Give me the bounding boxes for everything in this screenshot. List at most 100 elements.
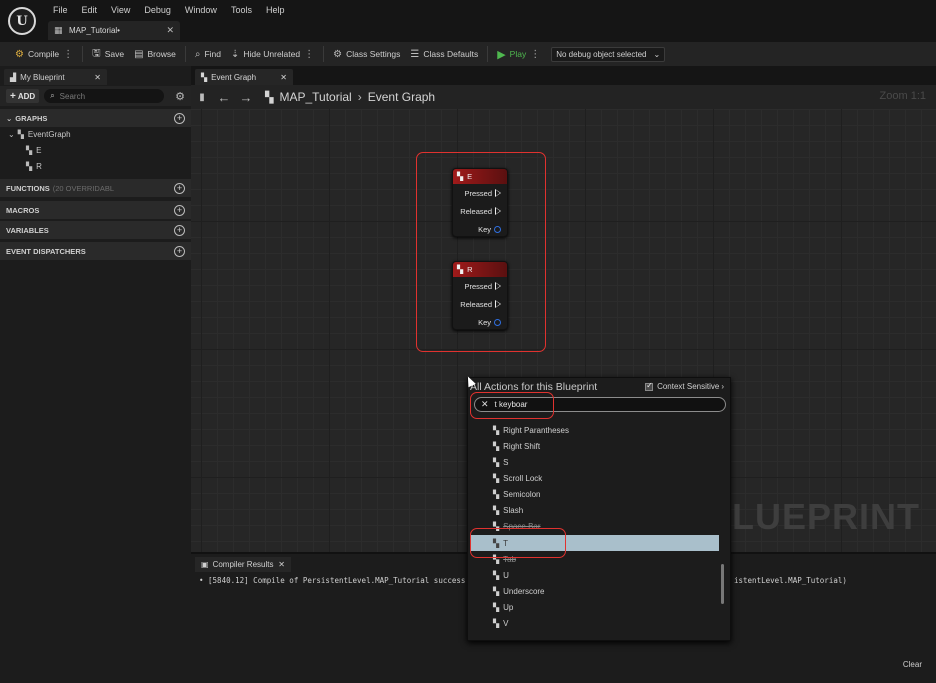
tab-compiler-results[interactable]: ▣ Compiler Results ✕ <box>195 557 291 572</box>
menu-debug[interactable]: Debug <box>137 4 178 16</box>
list-item[interactable]: ▚ V <box>471 615 719 631</box>
annotation-box-selection <box>470 528 566 558</box>
keyboard-event-icon: ▚ <box>493 489 500 499</box>
add-function-icon[interactable]: + <box>174 182 185 194</box>
annotation-box-nodes <box>416 152 546 352</box>
unreal-logo[interactable]: U <box>8 7 36 35</box>
list-item-label: Right Shift <box>503 441 541 451</box>
tab-my-blueprint[interactable]: ▟ My Blueprint ✕ <box>4 69 107 85</box>
list-item-label: Up <box>503 602 514 612</box>
main-toolbar: ⚙ Compile ⋮ 🖫 Save ▤ Browse ⌕ Find ⇣ Hid… <box>0 42 936 66</box>
menu-file[interactable]: File <box>46 4 75 16</box>
find-icon: ⌕ <box>194 48 201 60</box>
debug-object-select[interactable]: No debug object selected ⌄ <box>551 46 666 62</box>
keyboard-event-icon: ▚ <box>493 586 500 596</box>
tab-event-graph[interactable]: ▚ Event Graph ✕ <box>195 69 293 85</box>
list-item[interactable]: ▚ Scroll Lock <box>471 470 719 486</box>
browse-label: Browse <box>147 49 176 59</box>
keyboard-event-icon: ▚ <box>493 473 500 483</box>
search-input[interactable]: ⌕ Search <box>44 89 165 103</box>
list-item[interactable]: ▚ Right Shift <box>471 438 719 454</box>
action-list-scrollbar[interactable] <box>721 564 724 604</box>
tree-item-e[interactable]: ▚ E <box>26 146 42 155</box>
close-icon[interactable]: ✕ <box>166 25 174 36</box>
graph-navigation-bar: ▮ ← → ▚ MAP_Tutorial › Event Graph Zoom … <box>191 85 936 109</box>
compile-options-icon[interactable]: ⋮ <box>63 49 73 60</box>
tab-event-graph-label: Event Graph <box>211 72 257 82</box>
hide-unrelated-button[interactable]: ⇣ Hide Unrelated ⋮ <box>226 44 319 64</box>
menu-edit[interactable]: Edit <box>75 4 105 16</box>
close-icon[interactable]: ✕ <box>94 73 101 82</box>
context-sensitive-toggle[interactable]: Context Sensitive › <box>645 381 724 391</box>
list-item[interactable]: ▚ Slash <box>471 502 719 518</box>
chevron-right-icon: › <box>721 382 724 391</box>
list-item[interactable]: ▚ Underscore <box>471 583 719 599</box>
logo-glyph: U <box>16 13 28 29</box>
forward-arrow-icon[interactable]: → <box>235 90 257 105</box>
title-bar: U File Edit View Debug Window Tools Help… <box>0 0 936 42</box>
back-arrow-icon[interactable]: ← <box>213 90 235 105</box>
class-settings-button[interactable]: ⚙ Class Settings <box>328 44 405 64</box>
menu-help[interactable]: Help <box>259 4 292 16</box>
add-button[interactable]: + ADD <box>6 89 40 103</box>
checkbox-icon[interactable] <box>645 381 654 391</box>
find-button[interactable]: ⌕ Find <box>190 44 226 64</box>
add-variable-icon[interactable]: + <box>174 224 185 236</box>
list-item[interactable]: ▚ Up <box>471 599 719 615</box>
play-icon: ▶ <box>497 48 506 61</box>
browse-button[interactable]: ▤ Browse <box>129 44 181 64</box>
play-options-icon[interactable]: ⋮ <box>530 49 540 60</box>
close-icon[interactable]: ✕ <box>278 560 285 569</box>
menu-view[interactable]: View <box>104 4 137 16</box>
list-item-label: Right Parantheses <box>503 425 569 435</box>
save-button[interactable]: 🖫 Save <box>87 44 129 64</box>
compiler-message-tail: istentLevel.MAP_Tutorial) <box>734 576 847 585</box>
chevron-down-icon: ⌄ <box>6 113 13 123</box>
section-functions-label: FUNCTIONS <box>6 183 50 193</box>
bookmark-icon[interactable]: ▮ <box>191 92 213 103</box>
list-item[interactable]: ▚ Semicolon <box>471 486 719 502</box>
menu-bar: File Edit View Debug Window Tools Help <box>46 4 291 16</box>
menu-window[interactable]: Window <box>178 4 224 16</box>
menu-tools[interactable]: Tools <box>224 4 259 16</box>
add-dispatcher-icon[interactable]: + <box>174 245 185 257</box>
add-graph-icon[interactable]: + <box>174 112 185 124</box>
plus-icon: + <box>10 90 16 102</box>
action-list: ▚ Right Parantheses ▚ Right Shift ▚ S ▚ Scro… <box>471 414 719 639</box>
my-blueprint-toolbar: + ADD ⌕ Search ⚙ <box>0 86 191 106</box>
tree-item-r[interactable]: ▚ R <box>26 162 42 171</box>
list-item[interactable]: ▚ U <box>471 567 719 583</box>
add-label: ADD <box>17 91 36 101</box>
play-button[interactable]: ▶ Play ⋮ <box>492 44 545 64</box>
sliders-icon: ☰ <box>410 48 420 60</box>
class-settings-label: Class Settings <box>346 49 401 59</box>
hide-options-icon[interactable]: ⋮ <box>304 49 314 60</box>
keyboard-event-icon: ▚ <box>493 457 500 467</box>
add-macro-icon[interactable]: + <box>174 204 185 216</box>
graph-tab-bar: ▚ Event Graph ✕ <box>191 66 936 85</box>
section-event-dispatchers[interactable]: EVENT DISPATCHERS + <box>0 242 191 260</box>
section-variables[interactable]: VARIABLES + <box>0 221 191 239</box>
list-item[interactable]: ▚ Right Parantheses <box>471 422 719 438</box>
separator <box>184 46 186 62</box>
document-tab[interactable]: ▦ MAP_Tutorial• ✕ <box>48 21 180 40</box>
tab-my-blueprint-label: My Blueprint <box>20 72 65 82</box>
compile-button[interactable]: ⚙ Compile ⋮ <box>10 44 78 64</box>
hide-unrelated-icon: ⇣ <box>231 48 240 60</box>
breadcrumb-blueprint[interactable]: MAP_Tutorial <box>279 90 351 104</box>
tree-item-eventgraph[interactable]: ⌄ ▚ EventGraph <box>8 130 71 139</box>
level-icon: ▦ <box>54 25 63 35</box>
gear-icon[interactable]: ⚙ <box>175 90 185 103</box>
blueprint-watermark: BLUEPRINT <box>705 496 920 537</box>
list-item-label: V <box>503 618 509 628</box>
breadcrumb-graph[interactable]: Event Graph <box>368 90 435 104</box>
section-macros[interactable]: MACROS + <box>0 201 191 219</box>
close-icon[interactable]: ✕ <box>280 73 287 82</box>
list-item-label: S <box>503 457 509 467</box>
class-defaults-button[interactable]: ☰ Class Defaults <box>405 44 483 64</box>
clear-button[interactable]: Clear <box>903 660 922 669</box>
tree-item-label: E <box>36 146 42 155</box>
section-functions[interactable]: FUNCTIONS (20 OVERRIDABL + <box>0 179 191 197</box>
list-item[interactable]: ▚ S <box>471 454 719 470</box>
section-graphs[interactable]: ⌄ GRAPHS + <box>0 109 191 127</box>
